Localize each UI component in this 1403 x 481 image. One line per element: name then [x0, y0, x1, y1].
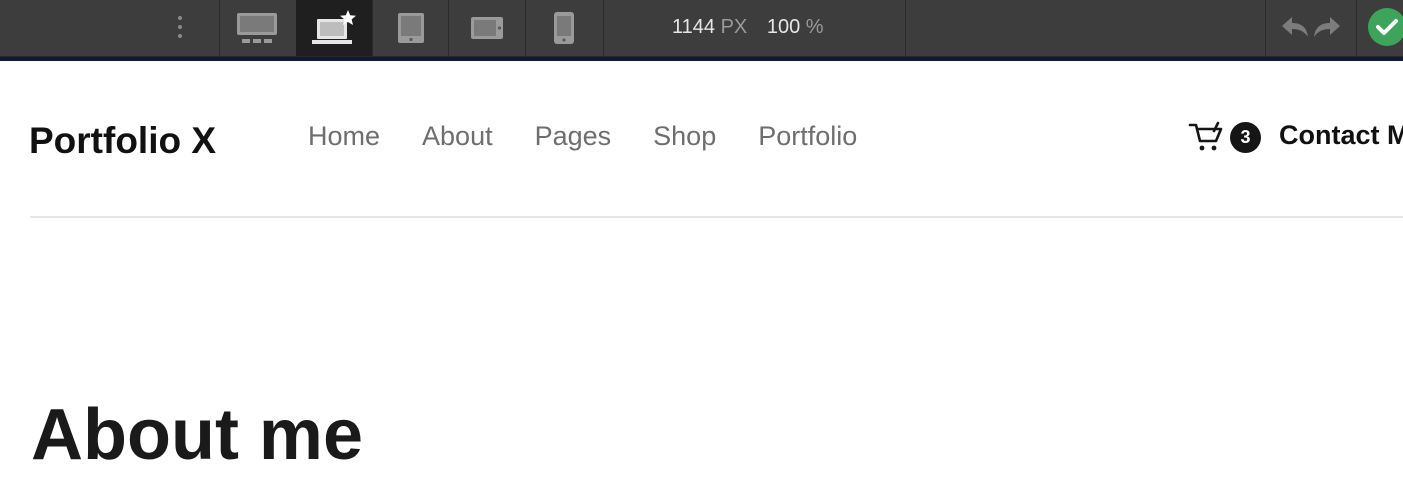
toolbar-divider — [905, 0, 906, 56]
cart-icon — [1188, 121, 1223, 151]
desktop-icon — [237, 13, 277, 43]
tablet-icon — [398, 13, 424, 43]
nav-item-portfolio[interactable]: Portfolio — [758, 121, 857, 152]
laptop-star-icon — [312, 10, 356, 44]
toolbar-divider — [603, 0, 604, 56]
header-divider — [30, 216, 1403, 218]
site-logo[interactable]: Portfolio X — [29, 120, 216, 162]
canvas-size-readout[interactable]: 1144 PX 100 % — [672, 14, 824, 40]
zoom-unit: % — [805, 16, 824, 38]
redo-icon[interactable] — [1312, 13, 1342, 41]
nav-item-about[interactable]: About — [422, 121, 493, 152]
toolbar-divider — [1356, 0, 1357, 56]
nav-item-pages[interactable]: Pages — [535, 121, 612, 152]
canvas-top-border — [0, 57, 1403, 61]
cart-button[interactable]: 3 — [1188, 121, 1261, 153]
undo-icon[interactable] — [1280, 13, 1310, 41]
checkmark-icon — [1376, 19, 1398, 35]
editor-toolbar: 1144 PX 100 % — [0, 0, 1403, 57]
breakpoint-mobile-button[interactable] — [526, 0, 602, 56]
main-nav: Home About Pages Shop Portfolio — [308, 121, 857, 152]
mobile-icon — [554, 12, 574, 44]
nav-item-home[interactable]: Home — [308, 121, 380, 152]
breakpoint-tablet-button[interactable] — [373, 0, 449, 56]
canvas-width-value: 1144 — [672, 16, 716, 38]
page-title: About me — [31, 395, 363, 475]
cart-count-badge: 3 — [1230, 121, 1261, 153]
publish-button[interactable] — [1368, 8, 1403, 46]
breakpoint-tablet-landscape-button[interactable] — [449, 0, 525, 56]
nav-item-shop[interactable]: Shop — [653, 121, 716, 152]
toolbar-divider — [1265, 0, 1266, 56]
zoom-value: 100 — [766, 16, 801, 38]
more-options-icon[interactable] — [165, 12, 195, 42]
breakpoint-desktop-button[interactable] — [219, 0, 295, 56]
tablet-landscape-icon — [471, 17, 503, 39]
contact-me-link[interactable]: Contact Me — [1279, 120, 1403, 151]
breakpoint-laptop-button[interactable] — [296, 0, 372, 56]
canvas-width-unit: PX — [720, 16, 748, 38]
